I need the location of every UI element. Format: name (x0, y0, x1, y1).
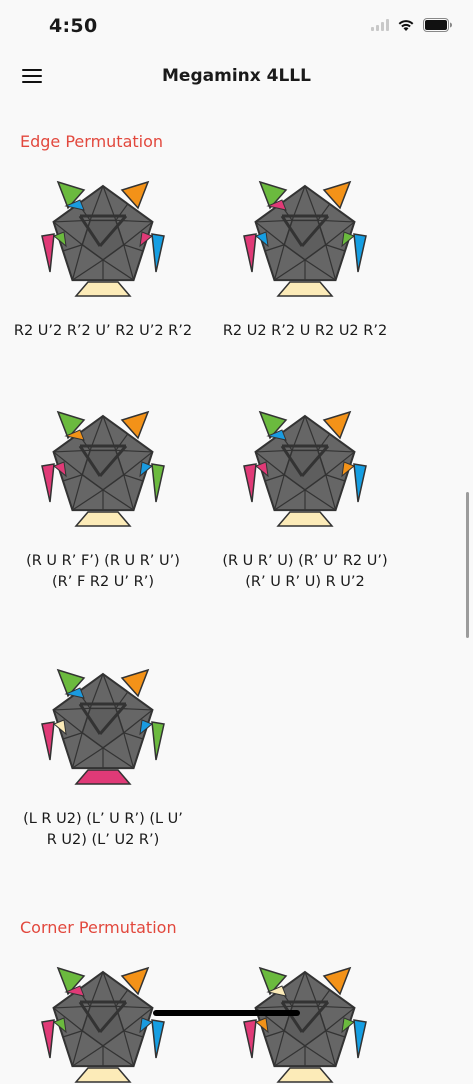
megaminx-diagram (243, 180, 367, 297)
corner-case-2[interactable] (205, 962, 405, 1084)
home-indicator (153, 1010, 300, 1016)
algorithm-text: R2 U’2 R’2 U’ R2 U’2 R’2 (13, 323, 193, 339)
section-title-corner-permutation: Corner Permutation (20, 918, 177, 937)
algorithm-text: R2 U2 R’2 U R2 U2 R’2 (222, 323, 388, 339)
page-title: Megaminx 4LLL (162, 66, 311, 86)
battery-icon (423, 18, 452, 32)
megaminx-diagram (41, 410, 165, 527)
navigation-bar: Megaminx 4LLL (0, 54, 473, 100)
edge-case-3[interactable]: (R U R’ F’) (R U R’ U’) (R’ F R2 U’ R’) (3, 406, 203, 593)
edge-case-4[interactable]: (R U R’ U) (R’ U’ R2 U’) (R’ U R’ U) R U… (205, 406, 405, 593)
edge-case-2[interactable]: R2 U2 R’2 U R2 U2 R’2 (205, 176, 405, 342)
status-time: 4:50 (49, 15, 98, 37)
edge-case-5[interactable]: (L R U2) (L’ U R’) (L U’ R U2) (L’ U2 R’… (3, 664, 203, 851)
scrollbar[interactable] (466, 492, 469, 638)
wifi-icon (398, 20, 414, 31)
megaminx-diagram (243, 410, 367, 527)
status-bar: 4:50 (0, 0, 473, 54)
corner-case-1[interactable] (3, 962, 203, 1084)
edge-case-1[interactable]: R2 U’2 R’2 U’ R2 U’2 R’2 (3, 176, 203, 342)
megaminx-diagram (41, 668, 165, 785)
megaminx-diagram (41, 180, 165, 297)
megaminx-diagram (243, 966, 367, 1083)
algorithm-text: (R U R’ F’) (R U R’ U’) (R’ F R2 U’ R’) (26, 553, 180, 590)
cellular-signal-icon (371, 19, 389, 31)
algorithm-text: (L R U2) (L’ U R’) (L U’ R U2) (L’ U2 R’… (23, 811, 183, 848)
megaminx-diagram (41, 966, 165, 1083)
algorithm-text: (R U R’ U) (R’ U’ R2 U’) (R’ U R’ U) R U… (222, 553, 388, 590)
section-title-edge-permutation: Edge Permutation (20, 132, 164, 151)
